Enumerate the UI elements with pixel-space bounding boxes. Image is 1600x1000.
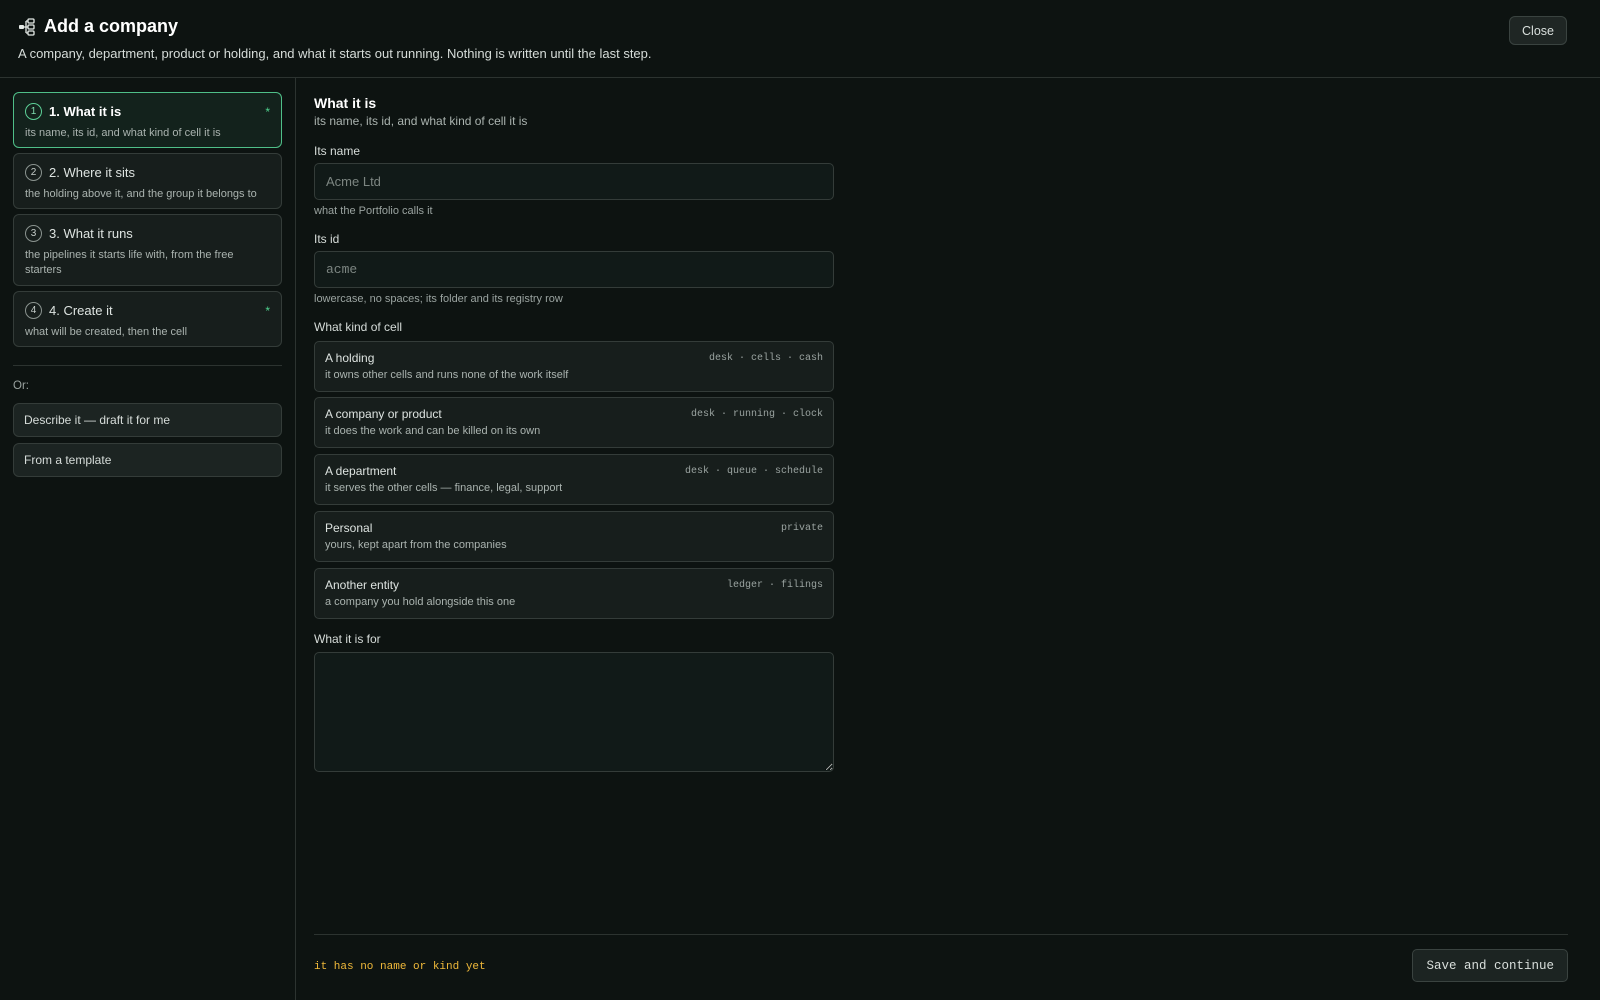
main-form: What it is its name, its id, and what ki… — [314, 78, 1568, 1000]
org-chart-icon — [19, 17, 35, 36]
dialog-header: Add a company A company, department, pro… — [0, 0, 1600, 78]
footer-divider — [314, 934, 1568, 935]
step-number-badge: 1 — [25, 103, 42, 120]
step-description: its name, its id, and what kind of cell … — [25, 127, 221, 139]
name-hint: what the Portfolio calls it — [314, 205, 433, 217]
kind-tags: desk · running · clock — [690, 409, 823, 420]
close-button[interactable]: Close — [1509, 16, 1567, 45]
step-title: 4. Create it — [49, 303, 113, 318]
validation-status: it has no name or kind yet — [314, 961, 486, 973]
kind-description: it owns other cells and runs none of the… — [325, 369, 569, 381]
kind-title: A department — [325, 464, 397, 478]
kind-title: Another entity — [325, 578, 400, 592]
name-label: Its name — [314, 144, 361, 158]
kind-tags: desk · cells · cash — [708, 353, 823, 364]
steps-sidebar: 1 1. What it is * its name, its id, and … — [0, 78, 296, 1000]
step-number-badge: 2 — [25, 164, 42, 181]
kind-description: yours, kept apart from the companies — [325, 539, 507, 551]
step-description: the pipelines it starts life with, from … — [25, 249, 234, 276]
kind-description: it does the work and can be killed on it… — [325, 425, 541, 437]
step-what-it-is[interactable]: 1 1. What it is * its name, its id, and … — [13, 92, 282, 148]
kind-title: A company or product — [325, 407, 442, 421]
required-marker: * — [265, 303, 270, 318]
kind-option-department[interactable]: A department desk · queue · schedule it … — [314, 454, 834, 505]
kind-label: What kind of cell — [314, 320, 403, 334]
kind-option-holding[interactable]: A holding desk · cells · cash it owns ot… — [314, 341, 834, 392]
kind-tags: ledger · filings — [726, 580, 823, 591]
step-what-it-runs[interactable]: 3 3. What it runs the pipelines it start… — [13, 214, 282, 286]
step-number-badge: 4 — [25, 302, 42, 319]
step-title: 1. What it is — [49, 104, 122, 119]
required-marker: * — [265, 104, 270, 119]
section-title: What it is — [314, 95, 377, 111]
section-subtitle: its name, its id, and what kind of cell … — [314, 114, 528, 128]
sidebar-divider — [13, 365, 282, 366]
describe-draft-button[interactable]: Describe it — draft it for me — [13, 403, 282, 437]
kind-option-another-entity[interactable]: Another entity ledger · filings a compan… — [314, 568, 834, 619]
id-input[interactable] — [314, 251, 834, 288]
kind-tags: private — [780, 523, 823, 534]
id-label: Its id — [314, 232, 340, 246]
kind-option-company[interactable]: A company or product desk · running · cl… — [314, 397, 834, 448]
from-template-button[interactable]: From a template — [13, 443, 282, 477]
kind-title: A holding — [325, 351, 375, 365]
step-description: the holding above it, and the group it b… — [25, 188, 257, 200]
purpose-label: What it is for — [314, 632, 381, 646]
kind-description: a company you hold alongside this one — [325, 596, 516, 608]
kind-option-personal[interactable]: Personal private yours, kept apart from … — [314, 511, 834, 562]
step-description: what will be created, then the cell — [25, 326, 188, 338]
page-title: Add a company — [44, 16, 179, 36]
purpose-textarea[interactable] — [314, 652, 834, 772]
step-create-it[interactable]: 4 4. Create it * what will be created, t… — [13, 291, 282, 347]
name-input[interactable] — [314, 163, 834, 200]
title-row: Add a company — [18, 16, 178, 37]
kind-tags: desk · queue · schedule — [684, 466, 823, 477]
id-hint: lowercase, no spaces; its folder and its… — [314, 293, 563, 305]
kind-title: Personal — [325, 521, 373, 535]
step-where-it-sits[interactable]: 2 2. Where it sits the holding above it,… — [13, 153, 282, 209]
page-subtitle: A company, department, product or holdin… — [18, 46, 652, 61]
kind-description: it serves the other cells — finance, leg… — [325, 482, 563, 494]
or-label: Or: — [13, 380, 29, 392]
step-title: 3. What it runs — [49, 226, 133, 241]
step-number-badge: 3 — [25, 225, 42, 242]
step-title: 2. Where it sits — [49, 165, 135, 180]
save-and-continue-button[interactable]: Save and continue — [1412, 949, 1568, 982]
